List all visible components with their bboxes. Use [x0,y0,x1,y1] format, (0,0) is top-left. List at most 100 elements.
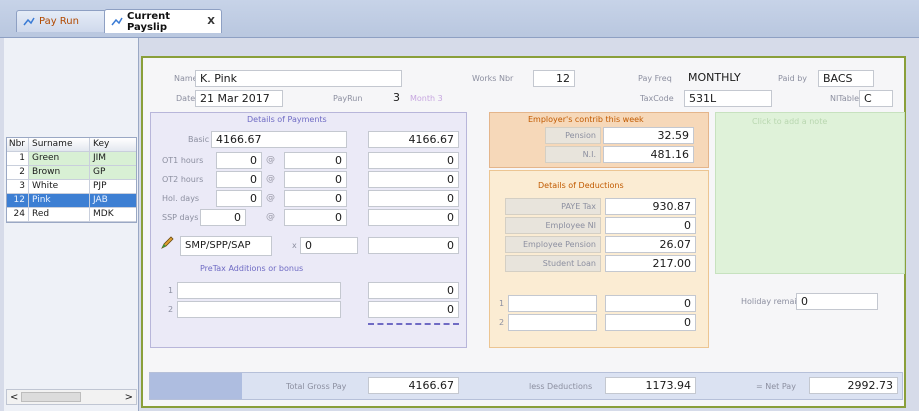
scroll-right-icon[interactable]: > [125,392,133,403]
employee-pension-field[interactable]: 26.07 [605,236,696,253]
row-nbr: 2 [7,166,29,179]
works-nbr-label: Works Nbr [472,74,514,83]
paid-by-field[interactable]: BACS [818,70,874,87]
ssp-total-field[interactable]: 0 [368,209,459,226]
pretax-2-number: 2 [168,305,174,314]
at-sign: @ [266,155,275,165]
hol-rate-field[interactable]: 0 [284,190,347,207]
ot1-total-field[interactable]: 0 [368,152,459,169]
tab-current-payslip[interactable]: Current Payslip X [104,9,222,33]
row-nbr: 3 [7,180,29,193]
employer-ni-field[interactable]: 481.16 [603,146,694,163]
employer-contrib-title: Employer's contrib this week [528,115,644,124]
tab-strip: Pay Run Current Payslip X [0,0,919,38]
paye-label: PAYE Tax [505,198,601,215]
basic-total-field[interactable]: 4166.67 [368,131,459,148]
column-header-surname[interactable]: Surname [29,138,90,151]
employee-ni-field[interactable]: 0 [605,217,696,234]
other-deduction-1-field[interactable]: 0 [605,295,696,312]
other-deduction-1-description[interactable] [508,295,597,312]
pretax-2-total[interactable]: 0 [368,301,459,318]
scroll-left-icon[interactable]: < [10,392,18,403]
employer-pension-field[interactable]: 32.59 [603,127,694,144]
row-key: GP [90,166,136,179]
smp-spp-sap-field[interactable]: SMP/SPP/SAP [180,236,272,256]
payrun-label: PayRun [333,94,363,103]
pretax-1-description[interactable] [177,282,341,299]
horizontal-scrollbar[interactable]: < > [6,389,137,405]
pay-run-icon [23,17,35,27]
pay-freq-value: MONTHLY [688,71,741,84]
other-deduction-2-description[interactable] [508,314,597,331]
hol-label: Hol. days [162,194,200,203]
paye-field[interactable]: 930.87 [605,198,696,215]
ot2-hours-field[interactable]: 0 [216,171,262,188]
row-key: JAB [90,194,136,207]
ot1-hours-field[interactable]: 0 [216,152,262,169]
row-surname: Red [29,208,90,221]
pretax-1-number: 1 [168,286,174,295]
ot2-rate-field[interactable]: 0 [284,171,347,188]
table-row[interactable]: 1 Green JIM [7,152,136,166]
date-field[interactable]: 21 Mar 2017 [195,90,283,107]
smp-total-field[interactable]: 0 [368,237,459,254]
notes-title: Click to add a note [752,117,828,126]
row-nbr: 1 [7,152,29,165]
hol-days-field[interactable]: 0 [216,190,262,207]
row-key: PJP [93,181,107,191]
tab-pay-run[interactable]: Pay Run [16,10,111,32]
holiday-remain-field[interactable]: 0 [796,293,878,310]
ssp-days-field[interactable]: 0 [200,209,246,226]
basic-field[interactable]: 4166.67 [211,131,347,148]
row-nbr: 12 [7,194,29,207]
row-key: MDK [93,209,114,219]
close-icon[interactable]: X [207,16,215,27]
ni-table-label: NITable [830,94,860,103]
tab-pay-run-label: Pay Run [39,16,79,27]
ot1-rate-field[interactable]: 0 [284,152,347,169]
tab-current-payslip-label: Current Payslip [127,10,171,33]
student-loan-label: Student Loan [505,255,601,272]
at-sign: @ [266,174,275,184]
tax-code-field[interactable]: 531L [684,90,772,107]
total-underline [368,323,459,325]
name-field[interactable]: K. Pink [195,70,402,87]
smp-value-field[interactable]: 0 [300,237,358,254]
net-pay-field[interactable]: 2992.73 [809,377,898,394]
ssp-rate-field[interactable]: 0 [284,209,347,226]
payslip-icon [111,17,123,27]
paid-by-label: Paid by [778,74,808,83]
column-header-key[interactable]: Key [90,138,136,151]
table-row-selected[interactable]: 12 Pink JAB [7,194,136,208]
works-nbr-field[interactable]: 12 [533,70,575,87]
student-loan-field[interactable]: 217.00 [605,255,696,272]
table-row[interactable]: 3 White PJP [7,180,136,194]
hol-total-field[interactable]: 0 [368,190,459,207]
less-deductions-field[interactable]: 1173.94 [605,377,696,394]
pretax-title: PreTax Additions or bonus [200,264,304,273]
employee-pension-label: Employee Pension [505,236,601,253]
total-gross-pay-field[interactable]: 4166.67 [368,377,459,394]
scroll-thumb[interactable] [21,392,81,402]
row-nbr: 24 [7,208,29,221]
employer-ni-label: N.I. [545,146,601,163]
pencil-icon[interactable] [160,236,174,250]
notes-panel[interactable]: Click to add a note [715,112,905,274]
ni-table-field[interactable]: C [859,90,893,107]
month-label: Month 3 [410,94,443,103]
pretax-2-description[interactable] [177,301,341,318]
other-deduction-2-field[interactable]: 0 [605,314,696,331]
net-pay-label: = Net Pay [756,382,796,391]
pretax-1-total[interactable]: 0 [368,282,459,299]
ot1-label: OT1 hours [162,156,204,165]
date-label: Date [176,94,196,103]
ot2-label: OT2 hours [162,175,204,184]
column-header-nbr[interactable]: Nbr [7,138,29,151]
row-surname: Brown [29,166,90,179]
pay-freq-label: Pay Freq [638,74,672,83]
deductions-title: Details of Deductions [538,181,624,190]
table-row[interactable]: 2 Brown GP [7,166,136,180]
ot2-total-field[interactable]: 0 [368,171,459,188]
table-row[interactable]: 24 Red MDK [7,208,136,222]
row-surname: Pink [29,194,90,207]
